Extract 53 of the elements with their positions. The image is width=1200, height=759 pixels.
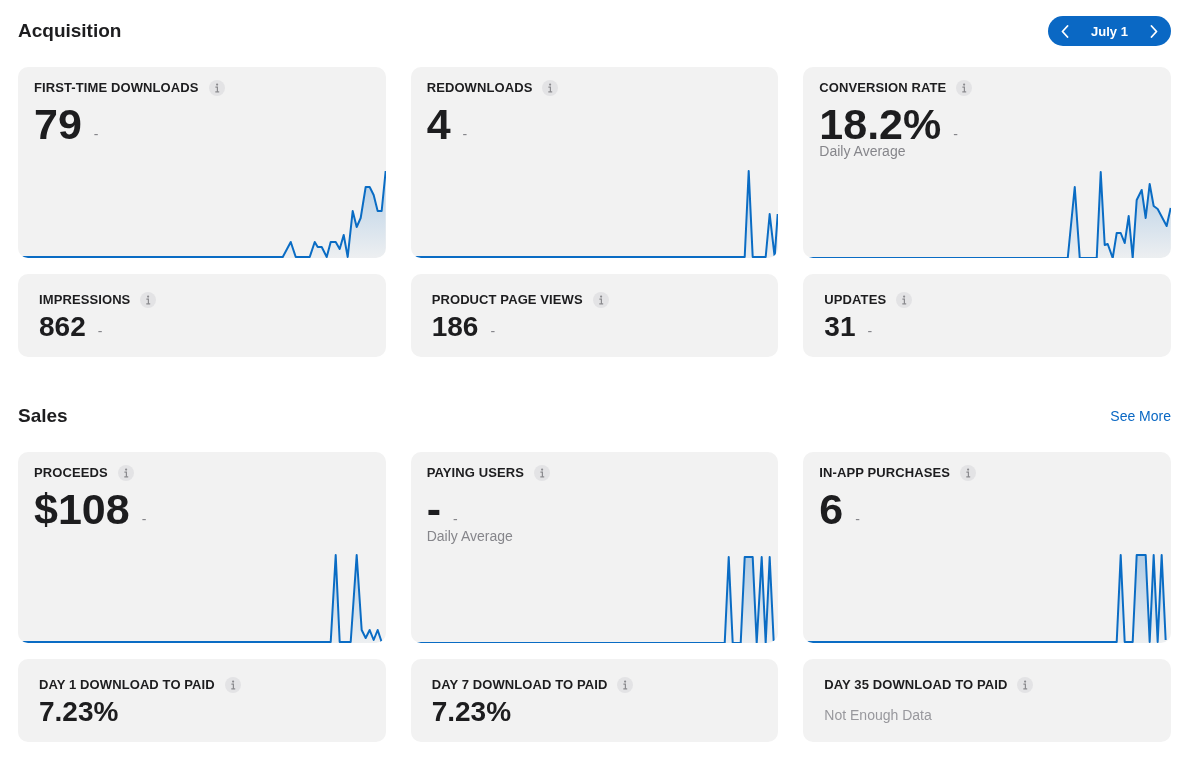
chevron-right-icon [1150,24,1158,38]
metric-label: IN-APP PURCHASES [819,465,950,481]
metric-label: DAY 7 DOWNLOAD TO PAID [431,677,608,693]
info-icon[interactable] [542,80,559,96]
metric-value: 6 [819,487,844,531]
metric-label: PROCEEDS [34,465,108,481]
metric-value: 186 [431,312,479,342]
change-indicator: - [93,126,99,142]
change-indicator: - [855,511,860,527]
metric-value: 4 [426,102,451,146]
change-indicator: - [453,511,458,527]
metric-value: 79 [34,102,82,146]
metric-value: 18.2% [819,102,942,146]
see-more-link[interactable]: See More [1110,408,1171,424]
info-icon[interactable] [1017,677,1034,693]
change-indicator: - [97,323,103,339]
date-label[interactable]: July 1 [1091,23,1128,39]
info-icon[interactable] [140,292,157,308]
section-title: Acquisition [18,19,122,43]
info-icon[interactable] [533,465,550,481]
metric-subtitle: Daily Average [818,143,907,159]
chevron-left-icon [1061,24,1069,38]
change-indicator: - [462,126,468,142]
info-icon[interactable] [617,677,634,693]
metric-subtitle: Daily Average [425,528,514,544]
info-icon[interactable] [224,677,241,693]
info-icon[interactable] [208,80,225,96]
metric-label: PRODUCT PAGE VIEWS [431,292,583,308]
info-icon[interactable] [592,292,609,308]
change-indicator: - [953,126,958,142]
metric-value: 7.23% [431,697,512,727]
metric-label: CONVERSION RATE [819,80,947,96]
change-indicator: - [490,323,496,339]
metric-label: DAY 1 DOWNLOAD TO PAID [39,677,215,693]
metric-label: DAY 35 DOWNLOAD TO PAID [824,677,1008,693]
metric-value: 31 [824,312,856,342]
metric-label: UPDATES [824,292,887,308]
metric-label: REDOWNLOADS [426,80,533,96]
info-icon[interactable] [956,80,973,96]
change-indicator: - [867,323,873,339]
section-title: Sales [18,404,68,428]
info-icon[interactable] [117,465,134,481]
metric-value: - [426,487,441,531]
empty-state-text: Not Enough Data [824,706,933,725]
info-icon[interactable] [896,292,913,308]
info-icon[interactable] [960,465,976,481]
metric-label: FIRST-TIME DOWNLOADS [34,80,199,96]
metric-label: IMPRESSIONS [39,292,131,308]
metric-label: PAYING USERS [426,465,524,481]
metric-value: $108 [34,487,130,531]
metric-value: 862 [39,312,86,342]
metric-value: 7.23% [39,697,119,727]
change-indicator: - [141,511,147,527]
